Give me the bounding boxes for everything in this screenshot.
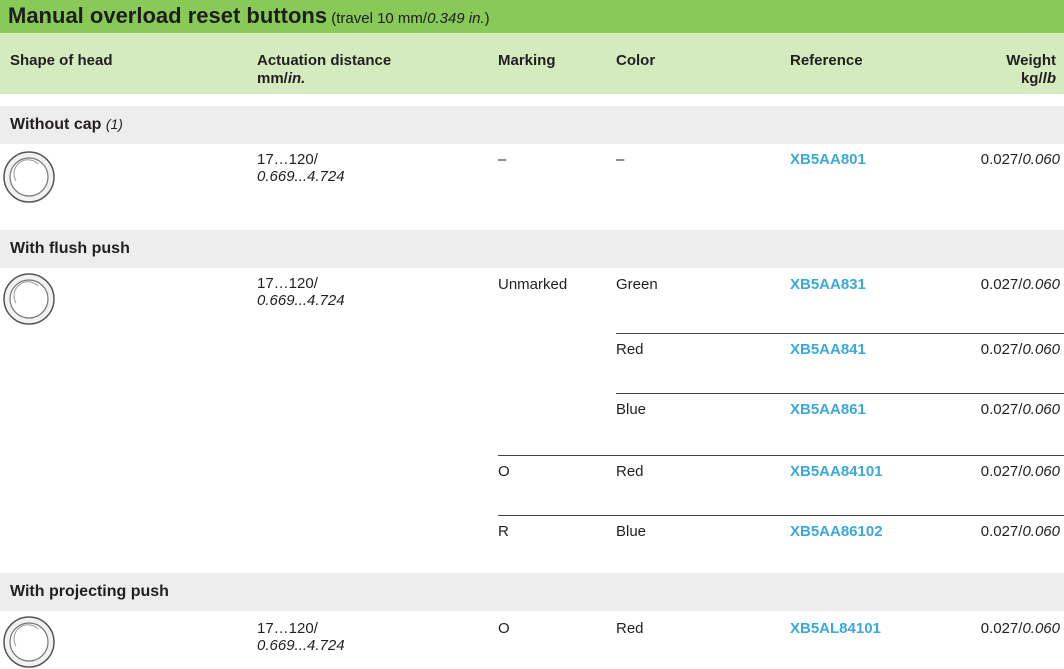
row-divider <box>498 515 1064 516</box>
color-value: Red <box>616 463 644 480</box>
section-title: With projecting push <box>10 583 169 600</box>
marking-value: Unmarked <box>498 276 568 293</box>
table-header-row: Shape of head Actuation distance mm/in. … <box>0 33 1064 94</box>
weight-value: 0.027/0.060 <box>980 341 1060 358</box>
header-reference: Reference <box>790 52 863 69</box>
weight-value: 0.027/0.060 <box>980 463 1060 480</box>
header-marking: Marking <box>498 52 556 69</box>
reference-link[interactable]: XB5AA801 <box>790 151 866 168</box>
round-head-icon <box>3 151 55 203</box>
row-divider <box>616 393 1064 394</box>
header-actuation-distance: Actuation distance mm/in. <box>257 52 392 87</box>
section-title: Without cap (1) <box>10 116 123 133</box>
weight-value: 0.027/0.060 <box>980 523 1060 540</box>
section-with-flush-push: With flush push <box>0 230 1064 268</box>
section-without-cap: Without cap (1) <box>0 106 1064 144</box>
section-title: With flush push <box>10 240 130 257</box>
weight-value: 0.027/0.060 <box>980 401 1060 418</box>
row-divider <box>616 333 1064 334</box>
marking-value: O <box>498 463 510 480</box>
color-value: Blue <box>616 401 647 418</box>
round-head-icon <box>3 273 55 325</box>
marking-value: O <box>498 620 510 637</box>
table-title-bar: Manual overload reset buttons (travel 10… <box>0 0 1064 33</box>
header-weight: Weight kg/lb <box>1006 52 1056 87</box>
round-head-icon <box>3 616 55 668</box>
reference-link[interactable]: XB5AA861 <box>790 401 866 418</box>
actuation-distance: 17…120/0.669...4.724 <box>257 275 345 309</box>
section-with-projecting-push: With projecting push <box>0 573 1064 611</box>
row-divider <box>498 455 1064 456</box>
color-value: Green <box>616 276 658 293</box>
header-shape-of-head: Shape of head <box>10 52 113 69</box>
color-value: Red <box>616 341 644 358</box>
reference-link[interactable]: XB5AA84101 <box>790 463 883 480</box>
color-value: Red <box>616 620 644 637</box>
marking-value: – <box>498 151 507 168</box>
actuation-distance: 17…120/0.669...4.724 <box>257 620 345 654</box>
reference-link[interactable]: XB5AA86102 <box>790 523 883 540</box>
weight-value: 0.027/0.060 <box>980 276 1060 293</box>
marking-value: R <box>498 523 509 540</box>
weight-value: 0.027/0.060 <box>980 620 1060 637</box>
reference-link[interactable]: XB5AA831 <box>790 276 866 293</box>
color-value: – <box>616 151 625 168</box>
weight-value: 0.027/0.060 <box>980 151 1060 168</box>
actuation-distance: 17…120/0.669...4.724 <box>257 151 345 185</box>
reference-link[interactable]: XB5AA841 <box>790 341 866 358</box>
table-title: Manual overload reset buttons (travel 10… <box>8 3 490 28</box>
header-color: Color <box>616 52 656 69</box>
color-value: Blue <box>616 523 647 540</box>
reference-link[interactable]: XB5AL84101 <box>790 620 881 637</box>
